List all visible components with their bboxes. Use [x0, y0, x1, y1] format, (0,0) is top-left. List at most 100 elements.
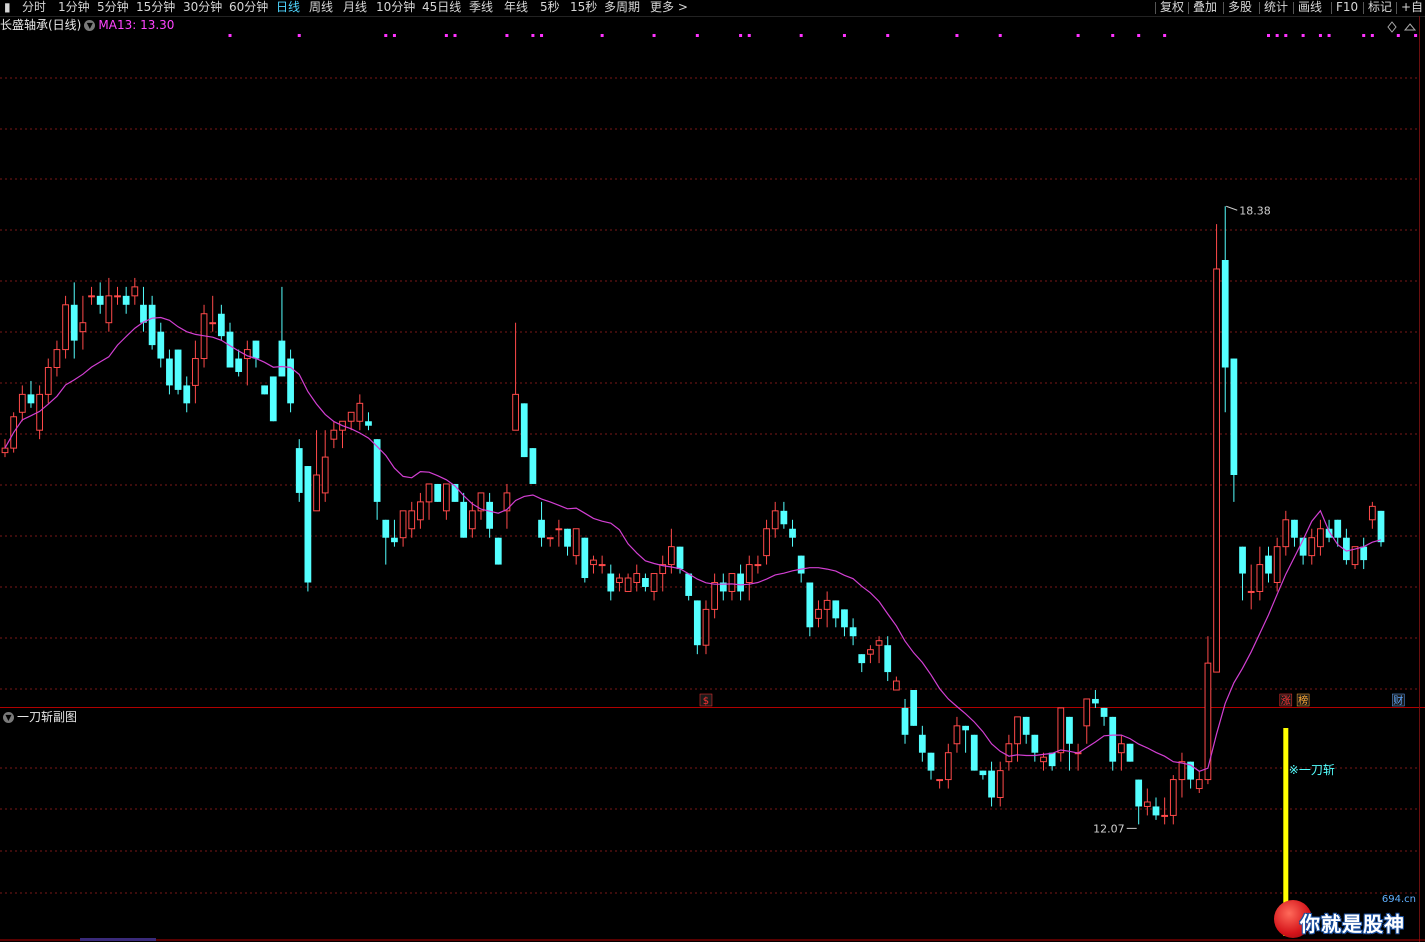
candle-body: [590, 559, 597, 566]
event-marker-label[interactable]: 榜: [1298, 694, 1308, 707]
candle-body: [1066, 716, 1073, 744]
signal-dot: [1301, 34, 1305, 37]
candle-body: [1126, 743, 1134, 762]
signal-dot: [739, 34, 743, 37]
signal-dot: [392, 34, 396, 37]
candle-body: [1213, 268, 1220, 673]
candle-body: [1256, 564, 1264, 592]
candle-body: [979, 770, 987, 776]
signal-dot: [1396, 34, 1400, 37]
candle-body: [96, 295, 104, 305]
candle-body: [970, 734, 978, 771]
candle-body: [1169, 779, 1177, 816]
ma13-line: [4, 316, 1382, 772]
candle-body: [607, 573, 615, 592]
candle-body: [217, 313, 225, 337]
candle-body: [304, 466, 312, 583]
watermark-logo: 694.cn 你就是股神: [1270, 894, 1420, 940]
candle-body: [347, 411, 355, 422]
scrollbar-thumb[interactable]: [80, 938, 156, 941]
candle-body: [771, 510, 779, 530]
event-marker-label[interactable]: 涨: [1281, 695, 1291, 707]
candle-body: [70, 304, 78, 341]
candle-body: [226, 331, 234, 368]
candle-body: [512, 393, 519, 431]
candle-body: [1022, 716, 1030, 735]
signal-dot: [1266, 34, 1270, 37]
candle-body: [1282, 519, 1290, 548]
signal-dot: [453, 34, 457, 37]
signal-dot: [1327, 34, 1331, 37]
candle-body: [1377, 510, 1385, 543]
candle-body: [1031, 734, 1039, 753]
candle-body: [693, 600, 701, 646]
diamond-icon[interactable]: [1387, 21, 1397, 33]
event-marker-label[interactable]: $: [703, 696, 709, 707]
candle-body: [313, 474, 320, 512]
event-marker-label[interactable]: 财: [1393, 694, 1403, 707]
signal-dot: [955, 34, 959, 37]
signal-dot: [842, 34, 846, 37]
candle-body: [1092, 698, 1099, 704]
candle-body: [538, 519, 545, 538]
candle-body: [676, 546, 684, 570]
candle-body: [988, 770, 995, 798]
candle-body: [624, 577, 632, 592]
signal-dot: [998, 34, 1002, 37]
candle-body: [1273, 546, 1281, 584]
signal-dot: [297, 34, 301, 37]
candle-body: [1368, 505, 1376, 521]
candle-body: [642, 578, 649, 587]
candle-body: [1118, 743, 1125, 754]
signal-dot: [1414, 34, 1418, 37]
signal-dot: [747, 34, 751, 37]
candle-body: [408, 510, 416, 530]
signal-dot: [1163, 34, 1167, 37]
candle-body: [278, 340, 286, 377]
candle-body: [391, 537, 398, 543]
candle-body: [667, 546, 675, 566]
candle-body: [166, 358, 173, 386]
candle-body: [252, 340, 260, 359]
candle-body: [1152, 806, 1160, 816]
candle-body: [564, 528, 571, 547]
yidaozhan-signal-label: ※一刀斩: [1289, 763, 1335, 777]
signal-dot: [384, 34, 388, 37]
candle-body: [780, 510, 788, 525]
candle-body: [1040, 756, 1047, 763]
chart-canvas[interactable]: 18.38 12.07 $ 涨榜 财 ※一刀斩: [0, 0, 1425, 942]
candle-body: [18, 393, 26, 413]
candle-body: [261, 385, 268, 395]
signal-dot: [228, 34, 232, 37]
candle-body: [1143, 801, 1151, 807]
candle-body: [1005, 743, 1013, 763]
signal-dot: [1370, 34, 1374, 37]
signal-dot: [444, 34, 448, 37]
signal-dot: [531, 34, 535, 37]
candle-body: [1239, 546, 1246, 574]
candle-body: [702, 608, 710, 646]
candle-body: [486, 501, 494, 529]
candle-body: [633, 573, 641, 584]
candle-body: [555, 528, 563, 531]
candle-body: [131, 286, 139, 297]
candle-body: [892, 680, 900, 691]
candle-body: [1308, 537, 1316, 557]
scroll-up-icon[interactable]: [1403, 23, 1417, 31]
candle-body: [1230, 358, 1238, 475]
signal-dot: [1362, 34, 1366, 37]
candle-body: [789, 528, 796, 538]
candle-body: [105, 295, 113, 324]
candle-body: [434, 483, 442, 502]
candle-body: [841, 609, 848, 628]
candle-body: [295, 448, 303, 493]
candle-body: [148, 304, 156, 346]
candle-body: [927, 752, 935, 771]
candle-body: [62, 304, 69, 351]
candle-body: [442, 483, 450, 512]
candle-body: [944, 752, 952, 781]
signal-dot: [799, 34, 803, 37]
candle-body: [1195, 779, 1203, 790]
candle-body: [1360, 546, 1368, 561]
candle-body: [529, 448, 537, 484]
